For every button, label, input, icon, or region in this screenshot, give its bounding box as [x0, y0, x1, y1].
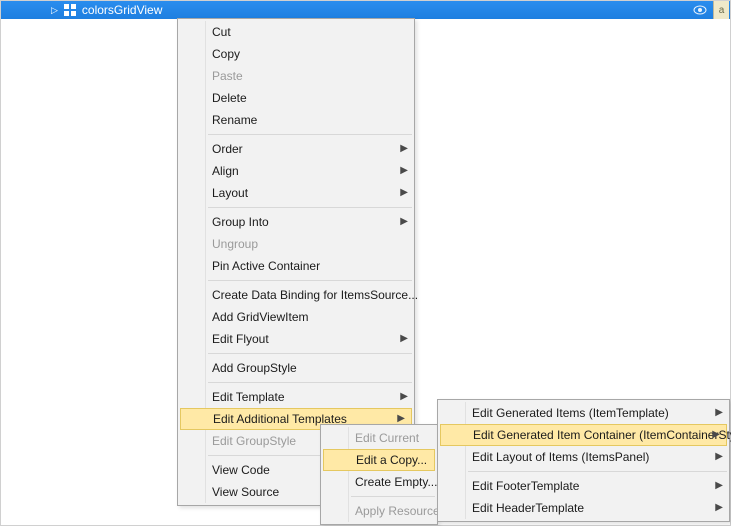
- menu-edit-template[interactable]: Edit Template▶: [178, 386, 414, 408]
- menu-group-into[interactable]: Group Into▶: [178, 211, 414, 233]
- menu-create-data-binding[interactable]: Create Data Binding for ItemsSource...: [178, 284, 414, 306]
- submenu-edit-generated-items[interactable]: Edit Generated Items (ItemTemplate)▶: [438, 402, 729, 424]
- submenu-arrow-icon: ▶: [715, 475, 723, 497]
- expand-triangle-icon[interactable]: ▷: [51, 5, 58, 16]
- menu-separator: [208, 280, 412, 281]
- menu-add-gridviewitem[interactable]: Add GridViewItem: [178, 306, 414, 328]
- submenu-arrow-icon: ▶: [715, 497, 723, 519]
- submenu-edit-header-template[interactable]: Edit HeaderTemplate▶: [438, 497, 729, 519]
- menu-separator: [208, 207, 412, 208]
- visibility-eye-icon[interactable]: [693, 5, 707, 15]
- submenu-arrow-icon: ▶: [400, 386, 408, 408]
- submenu-arrow-icon: ▶: [400, 138, 408, 160]
- menu-order[interactable]: Order▶: [178, 138, 414, 160]
- menu-copy[interactable]: Copy: [178, 43, 414, 65]
- lock-column[interactable]: a: [713, 1, 729, 19]
- menu-separator: [468, 471, 727, 472]
- menu-paste: Paste: [178, 65, 414, 87]
- menu-layout[interactable]: Layout▶: [178, 182, 414, 204]
- submenu-arrow-icon: ▶: [715, 446, 723, 468]
- menu-ungroup: Ungroup: [178, 233, 414, 255]
- menu-edit-flyout[interactable]: Edit Flyout▶: [178, 328, 414, 350]
- submenu-template-actions: Edit Current Edit a Copy... Create Empty…: [320, 424, 438, 525]
- menu-add-groupstyle[interactable]: Add GroupStyle: [178, 357, 414, 379]
- lock-column-label: a: [719, 5, 725, 16]
- gridview-icon: [64, 4, 76, 16]
- submenu-arrow-icon: ▶: [712, 425, 720, 445]
- submenu-create-empty[interactable]: Create Empty...: [321, 471, 437, 493]
- submenu-arrow-icon: ▶: [400, 182, 408, 204]
- menu-align[interactable]: Align▶: [178, 160, 414, 182]
- outline-item-label: colorsGridView: [82, 3, 162, 17]
- submenu-edit-footer-template[interactable]: Edit FooterTemplate▶: [438, 475, 729, 497]
- submenu-arrow-icon: ▶: [400, 160, 408, 182]
- menu-separator: [208, 382, 412, 383]
- menu-rename[interactable]: Rename: [178, 109, 414, 131]
- menu-pin-active-container[interactable]: Pin Active Container: [178, 255, 414, 277]
- submenu-edit-current: Edit Current: [321, 427, 437, 449]
- submenu-apply-resource: Apply Resource: [321, 500, 437, 522]
- menu-separator: [351, 496, 435, 497]
- submenu-arrow-icon: ▶: [715, 402, 723, 424]
- submenu-edit-layout-of-items[interactable]: Edit Layout of Items (ItemsPanel)▶: [438, 446, 729, 468]
- submenu-edit-generated-item-container[interactable]: Edit Generated Item Container (ItemConta…: [440, 424, 727, 446]
- menu-delete[interactable]: Delete: [178, 87, 414, 109]
- submenu-additional-templates: Edit Generated Items (ItemTemplate)▶ Edi…: [437, 399, 730, 522]
- menu-separator: [208, 134, 412, 135]
- menu-cut[interactable]: Cut: [178, 21, 414, 43]
- submenu-edit-a-copy[interactable]: Edit a Copy...: [323, 449, 435, 471]
- submenu-arrow-icon: ▶: [400, 328, 408, 350]
- outline-selected-row[interactable]: ▷ colorsGridView a: [1, 1, 730, 19]
- submenu-arrow-icon: ▶: [400, 211, 408, 233]
- menu-separator: [208, 353, 412, 354]
